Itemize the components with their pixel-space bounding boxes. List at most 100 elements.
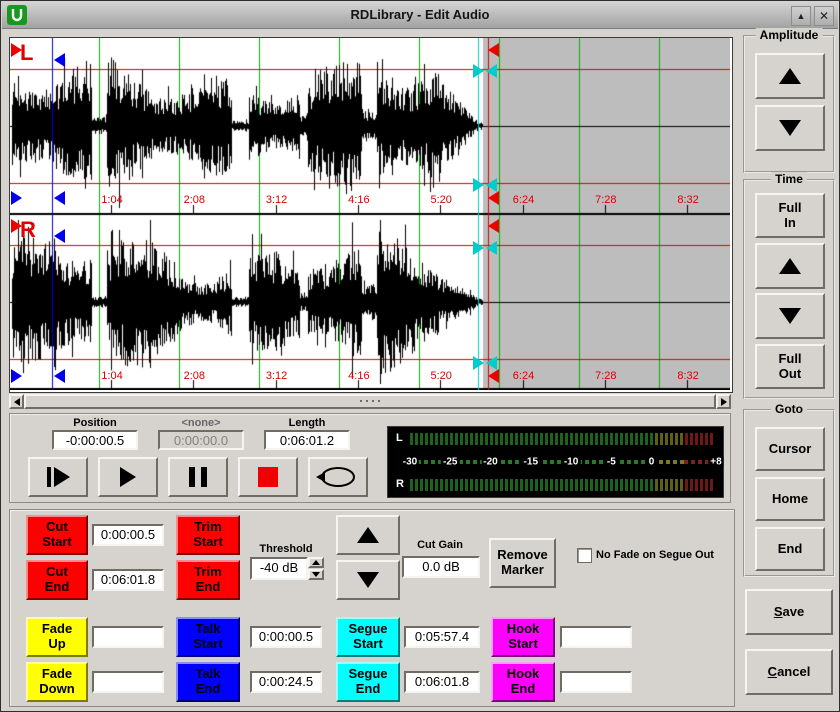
talk-start-field[interactable]: 0:00:00.5 (250, 626, 322, 648)
window-title: RDLibrary - Edit Audio (2, 2, 838, 28)
talk-end-marker[interactable] (54, 369, 65, 383)
play-icon (120, 467, 136, 487)
time-label-right-2:08: 2:08 (184, 370, 205, 382)
talk-end-marker[interactable] (54, 191, 65, 205)
save-button[interactable]: Save (745, 589, 833, 635)
fade-up-button[interactable]: Fade Up (26, 617, 88, 657)
gain-up-button[interactable] (336, 515, 400, 555)
scroll-right-icon (721, 398, 727, 406)
full-in-button[interactable]: Full In (755, 193, 825, 238)
cut-end-field[interactable]: 0:06:01.8 (92, 569, 164, 591)
cut-start-marker[interactable] (11, 43, 22, 57)
talk-start-marker[interactable] (11, 191, 22, 205)
talk-start-marker[interactable] (11, 369, 22, 383)
pause-button[interactable] (168, 457, 228, 497)
threshold-label: Threshold (246, 543, 326, 555)
waveform-area[interactable]: L R 1:042:083:124:165:206:247:288:321:04… (9, 37, 733, 393)
waveform-scrollbar[interactable] (9, 394, 731, 409)
segue-end-marker[interactable] (486, 356, 497, 370)
amplitude-up-button[interactable] (755, 53, 825, 99)
time-label-left-7:28: 7:28 (595, 194, 616, 206)
position-value: -0:00:00.5 (52, 430, 138, 450)
marker-name-label: <none> (158, 417, 244, 429)
hook-end-field[interactable] (560, 671, 632, 693)
close-button[interactable]: ✕ (814, 6, 834, 26)
cancel-button[interactable]: Cancel (745, 649, 833, 695)
trim-end-button[interactable]: Trim End (176, 560, 240, 600)
hook-start-button[interactable]: Hook Start (491, 617, 555, 657)
cut-end-button[interactable]: Cut End (26, 560, 88, 600)
threshold-field[interactable]: -40 dB (250, 557, 308, 580)
segue-end-marker[interactable] (486, 241, 497, 255)
cut-end-marker[interactable] (488, 43, 499, 57)
goto-end-button[interactable]: End (755, 527, 825, 571)
threshold-spin-up[interactable] (308, 557, 324, 568)
talk-end-marker[interactable] (54, 53, 65, 67)
remove-marker-button[interactable]: Remove Marker (489, 538, 556, 588)
time-zoom-in-button[interactable] (755, 243, 825, 289)
play-from-start-button[interactable] (28, 457, 88, 497)
threshold-spin-down[interactable] (308, 569, 324, 580)
gain-down-button[interactable] (336, 560, 400, 600)
time-up-icon (779, 258, 801, 274)
loop-button[interactable] (308, 457, 368, 497)
talk-end-button[interactable]: Talk End (176, 662, 240, 702)
full-out-button[interactable]: Full Out (755, 344, 825, 389)
cut-gain-field[interactable]: 0.0 dB (402, 556, 480, 578)
talk-end-field[interactable]: 0:00:24.5 (250, 671, 322, 693)
spin-down-icon (312, 572, 320, 577)
cut-end-marker[interactable] (488, 219, 499, 233)
segue-start-button[interactable]: Segue Start (336, 617, 400, 657)
talk-end-marker[interactable] (54, 229, 65, 243)
time-zoom-out-button[interactable] (755, 293, 825, 339)
shade-button[interactable]: ▲ (791, 6, 811, 26)
hook-end-button[interactable]: Hook End (491, 662, 555, 702)
cut-end-marker[interactable] (488, 369, 499, 383)
segue-end-marker[interactable] (486, 178, 497, 192)
fade-down-button[interactable]: Fade Down (26, 662, 88, 702)
goto-home-button[interactable]: Home (755, 477, 825, 521)
time-label-right-1:04: 1:04 (101, 370, 122, 382)
trim-start-button[interactable]: Trim Start (176, 515, 240, 555)
goto-cursor-label: Cursor (769, 442, 812, 457)
time-label-left-2:08: 2:08 (184, 194, 205, 206)
segue-start-marker[interactable] (473, 64, 484, 78)
remove-marker-label: Remove Marker (497, 548, 548, 578)
segue-start-marker[interactable] (473, 241, 484, 255)
cut-end-marker[interactable] (488, 191, 499, 205)
scroll-left-button[interactable] (9, 394, 24, 409)
segue-end-label: Segue End (348, 667, 387, 697)
cut-start-marker[interactable] (11, 219, 22, 233)
hook-start-field[interactable] (560, 626, 632, 648)
amplitude-down-button[interactable] (755, 105, 825, 151)
segue-start-field[interactable]: 0:05:57.4 (404, 626, 480, 648)
fade-up-field[interactable] (92, 626, 164, 648)
segue-end-field[interactable]: 0:06:01.8 (404, 671, 480, 693)
meter-scale-label--5: -5 (605, 457, 618, 468)
meter-scale-label--25: -25 (441, 457, 459, 468)
stop-button[interactable] (238, 457, 298, 497)
no-fade-checkbox[interactable] (577, 548, 592, 563)
threshold-spinbox[interactable]: -40 dB (250, 557, 324, 580)
fade-down-label: Fade Down (39, 667, 74, 697)
no-fade-label: No Fade on Segue Out (596, 549, 714, 561)
segue-start-marker[interactable] (473, 178, 484, 192)
amplitude-group-title: Amplitude (756, 28, 823, 42)
goto-cursor-button[interactable]: Cursor (755, 427, 825, 471)
time-label-left-5:20: 5:20 (430, 194, 451, 206)
title-bar[interactable]: RDLibrary - Edit Audio ▲ ✕ (2, 2, 838, 29)
scrollbar-thumb[interactable] (24, 394, 716, 409)
segue-start-marker[interactable] (473, 356, 484, 370)
segue-start-label: Segue Start (348, 622, 387, 652)
segue-end-marker[interactable] (486, 64, 497, 78)
time-label-left-6:24: 6:24 (513, 194, 534, 206)
meter-scale-label--20: -20 (481, 457, 499, 468)
cut-start-button[interactable]: Cut Start (26, 515, 88, 555)
scroll-right-button[interactable] (716, 394, 731, 409)
amplitude-down-icon (779, 120, 801, 136)
play-button[interactable] (98, 457, 158, 497)
talk-start-button[interactable]: Talk Start (176, 617, 240, 657)
segue-end-button[interactable]: Segue End (336, 662, 400, 702)
cut-start-field[interactable]: 0:00:00.5 (92, 524, 164, 546)
fade-down-field[interactable] (92, 671, 164, 693)
